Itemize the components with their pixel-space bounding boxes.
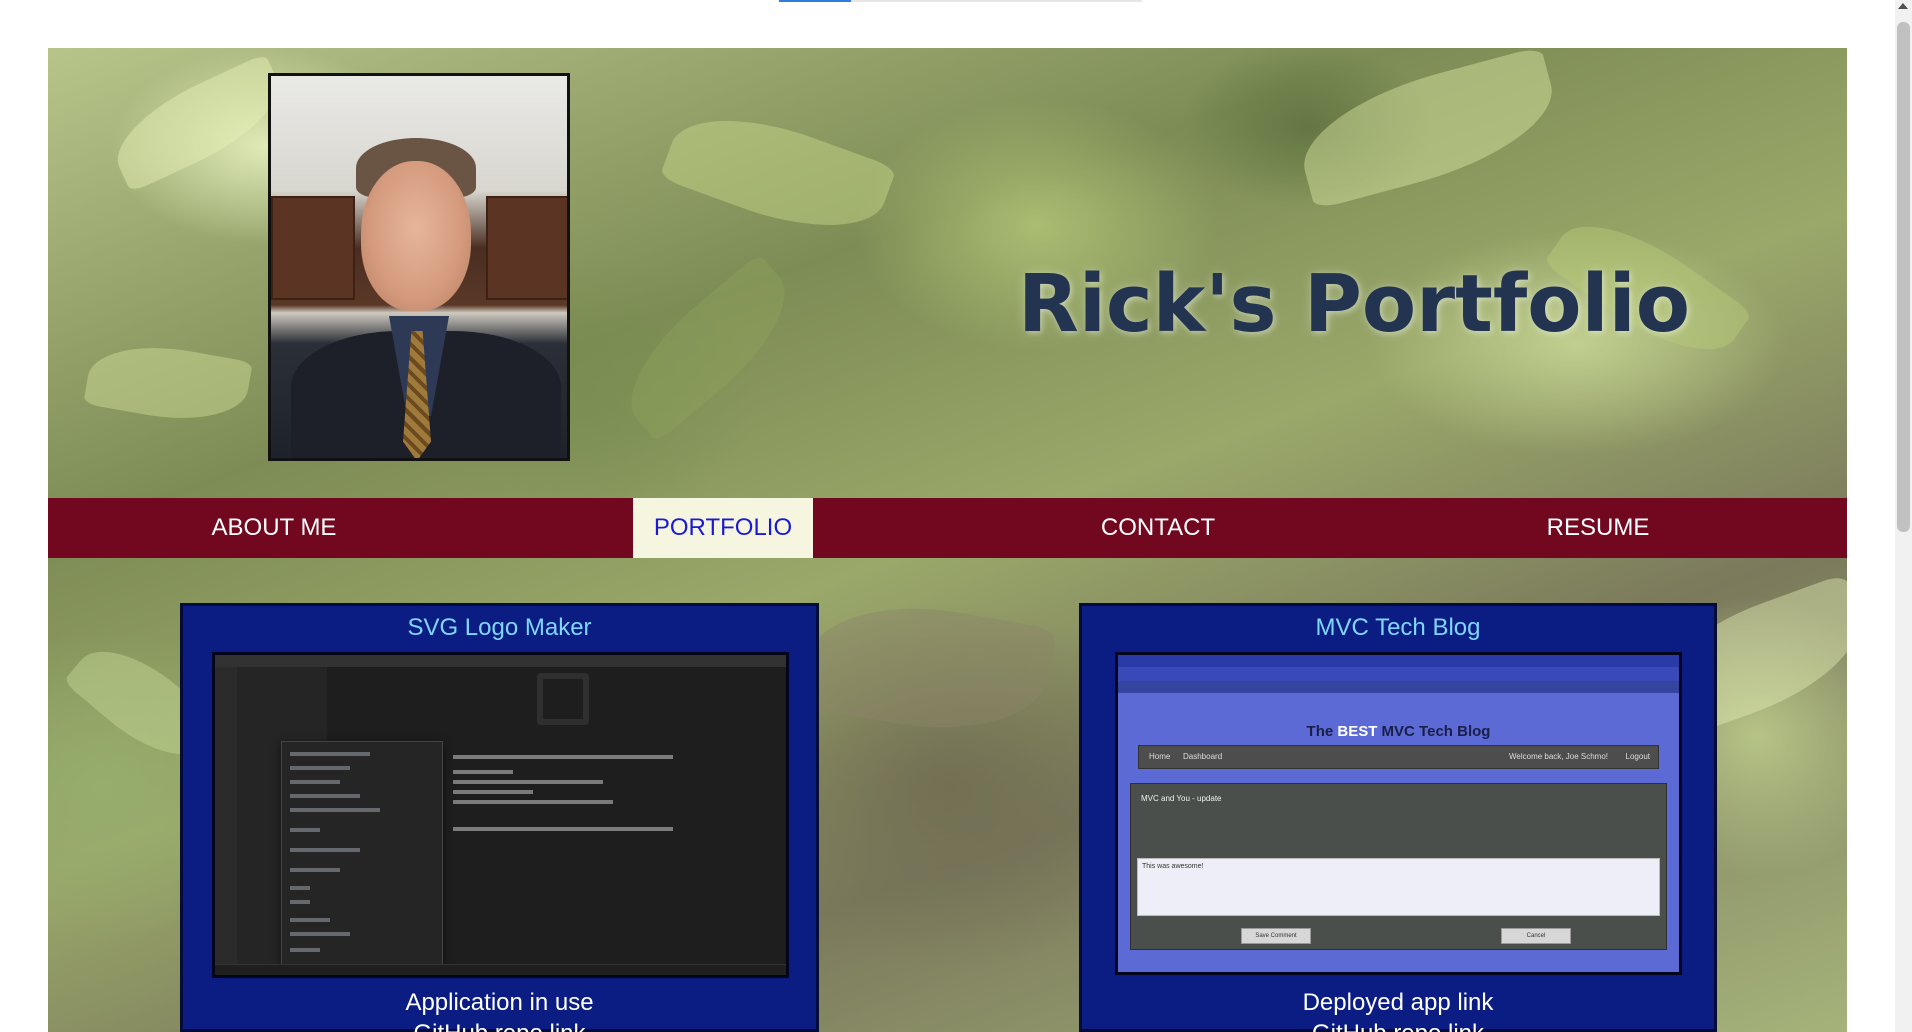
browser-viewport: Rick's Portfolio ABOUT ME PORTFOLIO CONT… (0, 0, 1912, 1032)
portfolio-page: Rick's Portfolio ABOUT ME PORTFOLIO CONT… (48, 48, 1847, 1032)
photo-background (271, 196, 355, 300)
vscode-logo-icon (537, 673, 589, 725)
vscode-context-menu (281, 741, 443, 965)
background-leaf (799, 588, 1057, 748)
page-scrollbar[interactable] (1895, 0, 1912, 1032)
blog-nav: Home Dashboard Welcome back, Joe Schmo! … (1138, 745, 1659, 769)
profile-photo (268, 73, 570, 461)
photo-face (361, 161, 471, 311)
vscode-titlebar (215, 655, 786, 667)
deployed-app-link[interactable]: Deployed app link (1082, 989, 1714, 1017)
blog-comment-field: This was awesome! (1137, 858, 1660, 916)
menu-line (290, 752, 370, 756)
project-title[interactable]: MVC Tech Blog (1082, 614, 1714, 642)
blog-heading-best: BEST (1337, 723, 1378, 740)
nav-item-portfolio[interactable]: PORTFOLIO (633, 498, 813, 558)
blog-nav-logout: Logout (1625, 752, 1650, 761)
menu-line (290, 766, 350, 770)
terminal-line (453, 800, 613, 804)
vscode-statusbar (215, 964, 786, 975)
page-title: Rick's Portfolio (1018, 258, 1690, 350)
browser-bookmarks (1118, 681, 1679, 693)
blog-heading-post: MVC Tech Blog (1377, 723, 1491, 740)
terminal-line (453, 790, 533, 794)
menu-line (290, 886, 310, 890)
blog-nav-home: Home (1149, 752, 1171, 761)
blog-heading: The BEST MVC Tech Blog (1118, 723, 1679, 740)
vscode-screenshot[interactable] (212, 652, 789, 978)
menu-line (290, 918, 330, 922)
project-card: SVG Logo Maker Application in use (180, 603, 819, 1032)
browser-tabs (1118, 655, 1679, 667)
blog-heading-pre: The (1306, 723, 1338, 740)
browser-address-bar (1118, 667, 1679, 681)
menu-line (290, 848, 360, 852)
browser-window: The BEST MVC Tech Blog Home Dashboard We… (1118, 655, 1679, 972)
terminal-line (453, 755, 673, 759)
main-nav: ABOUT ME PORTFOLIO CONTACT RESUME (48, 498, 1847, 558)
blog-nav-welcome: Welcome back, Joe Schmo! (1508, 752, 1608, 761)
menu-line (290, 794, 360, 798)
scroll-up-icon[interactable] (1898, 3, 1908, 9)
blog-cancel-button: Cancel (1501, 928, 1571, 944)
github-repo-link[interactable]: GitHub repo link (183, 1020, 816, 1032)
loading-indicator (779, 0, 851, 2)
photo-background (486, 196, 567, 300)
project-title[interactable]: SVG Logo Maker (183, 614, 816, 642)
menu-line (290, 868, 340, 872)
nav-item-about-me[interactable]: ABOUT ME (161, 498, 387, 558)
nav-item-contact[interactable]: CONTACT (1058, 498, 1258, 558)
terminal-line (453, 827, 673, 831)
browser-screenshot[interactable]: The BEST MVC Tech Blog Home Dashboard We… (1115, 652, 1682, 975)
terminal-line (453, 780, 603, 784)
menu-line (290, 808, 380, 812)
vscode-window (215, 655, 786, 975)
terminal-line (453, 770, 513, 774)
nav-item-resume[interactable]: RESUME (1518, 498, 1678, 558)
blog-post: MVC and You - update This was awesome! S… (1130, 783, 1667, 950)
project-card: MVC Tech Blog The BEST MVC Tech Blog Hom… (1079, 603, 1717, 1032)
scroll-thumb[interactable] (1897, 22, 1910, 532)
blog-save-button: Save Comment (1241, 928, 1311, 944)
site-header: Rick's Portfolio (48, 48, 1847, 498)
blog-nav-dashboard: Dashboard (1183, 752, 1223, 761)
github-repo-link[interactable]: GitHub repo link (1082, 1020, 1714, 1032)
menu-line (290, 900, 310, 904)
vscode-activity-bar (215, 667, 237, 965)
menu-line (290, 828, 320, 832)
menu-line (290, 780, 340, 784)
app-in-use-link[interactable]: Application in use (183, 989, 816, 1017)
menu-line (290, 948, 320, 952)
menu-line (290, 932, 350, 936)
blog-post-title: MVC and You - update (1141, 794, 1222, 803)
